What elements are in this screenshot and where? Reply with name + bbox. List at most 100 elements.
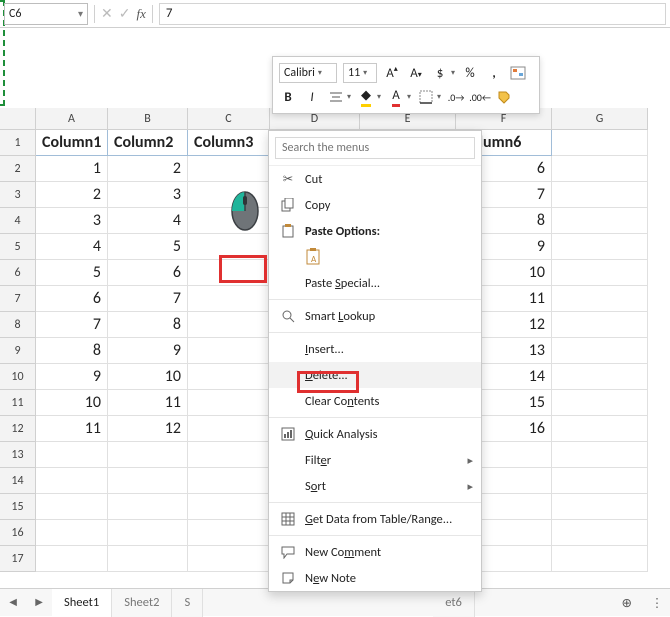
data-cell[interactable] (188, 468, 270, 494)
row-header[interactable]: 12 (0, 416, 36, 442)
data-cell[interactable] (36, 546, 108, 572)
data-cell[interactable] (552, 494, 648, 520)
header-cell[interactable] (552, 130, 648, 156)
data-cell[interactable] (108, 546, 188, 572)
data-cell[interactable] (188, 520, 270, 546)
fx-icon[interactable]: fx (136, 6, 145, 22)
data-cell[interactable] (552, 286, 648, 312)
add-sheet-button[interactable]: ⊕ (610, 595, 644, 611)
decrease-font-icon[interactable]: A▾ (407, 64, 425, 82)
menu-item-insert[interactable]: Insert... (269, 336, 481, 362)
percent-format-icon[interactable]: % (461, 64, 479, 82)
data-cell[interactable] (108, 494, 188, 520)
data-cell[interactable]: 1 (36, 156, 108, 182)
data-cell[interactable] (108, 442, 188, 468)
data-cell[interactable]: 3 (36, 208, 108, 234)
dropdown-icon[interactable]: ▾ (407, 92, 411, 102)
menu-item-smart-lookup[interactable]: Smart Lookup (269, 303, 481, 329)
confirm-icon[interactable]: ✓ (119, 5, 131, 22)
tab-sheet1[interactable]: Sheet1 (52, 589, 112, 617)
menu-item-filter[interactable]: Filter ▸ (269, 447, 481, 473)
italic-icon[interactable]: I (303, 88, 321, 106)
chevron-down-icon[interactable]: ▾ (318, 68, 322, 78)
formula-bar[interactable]: 7 (159, 3, 666, 25)
data-cell[interactable] (552, 416, 648, 442)
data-cell[interactable] (36, 468, 108, 494)
menu-item-clear-contents[interactable]: Clear Contents (269, 388, 481, 414)
data-cell[interactable] (188, 312, 270, 338)
data-cell[interactable]: 11 (108, 390, 188, 416)
row-header[interactable]: 16 (0, 520, 36, 546)
dropdown-icon[interactable]: ▾ (437, 92, 441, 102)
data-cell[interactable]: 2 (108, 156, 188, 182)
data-cell[interactable] (552, 208, 648, 234)
row-header[interactable]: 4 (0, 208, 36, 234)
menu-item-paste-special[interactable]: Paste Special... (269, 270, 481, 296)
header-cell[interactable]: Column2 (108, 130, 188, 156)
data-cell[interactable]: 12 (108, 416, 188, 442)
data-cell[interactable]: 7 (108, 286, 188, 312)
data-cell[interactable]: 3 (108, 182, 188, 208)
row-header[interactable]: 5 (0, 234, 36, 260)
font-color-icon[interactable]: A (387, 88, 405, 106)
col-header-G[interactable]: G (552, 108, 648, 130)
increase-font-icon[interactable]: A▴ (383, 64, 401, 82)
format-painter-icon[interactable] (495, 88, 513, 106)
menu-item-new-comment[interactable]: New Comment (269, 539, 481, 565)
menu-item-cut[interactable]: ✂ Cut (269, 166, 481, 192)
col-header-A[interactable]: A (36, 108, 108, 130)
data-cell[interactable] (36, 520, 108, 546)
font-name-select[interactable]: Calibri ▾ (279, 63, 337, 83)
data-cell[interactable] (552, 520, 648, 546)
data-cell[interactable] (552, 156, 648, 182)
data-cell[interactable] (188, 390, 270, 416)
data-cell[interactable] (188, 546, 270, 572)
data-cell[interactable] (552, 338, 648, 364)
row-header[interactable]: 13 (0, 442, 36, 468)
dropdown-icon[interactable]: ▾ (451, 68, 455, 78)
dropdown-icon[interactable]: ▾ (377, 92, 381, 102)
tab-nav-next[interactable]: ► (26, 589, 52, 617)
tab-more-icon[interactable]: ⋮ (644, 589, 670, 617)
data-cell[interactable]: 5 (108, 234, 188, 260)
data-cell[interactable] (552, 442, 648, 468)
data-cell[interactable] (188, 234, 270, 260)
data-cell[interactable] (552, 364, 648, 390)
data-cell[interactable] (188, 260, 270, 286)
row-header[interactable]: 10 (0, 364, 36, 390)
increase-decimal-icon[interactable]: .0→ (447, 88, 465, 106)
tab-sheet2[interactable]: Sheet2 (112, 589, 172, 617)
data-cell[interactable]: 9 (36, 364, 108, 390)
search-input[interactable] (275, 137, 475, 159)
dropdown-icon[interactable]: ▾ (347, 92, 351, 102)
data-cell[interactable] (552, 234, 648, 260)
name-box[interactable]: C6 ▾ (4, 3, 88, 25)
decrease-decimal-icon[interactable]: .00← (471, 88, 489, 106)
data-cell[interactable] (188, 286, 270, 312)
row-header[interactable]: 11 (0, 390, 36, 416)
data-cell[interactable] (36, 442, 108, 468)
row-header[interactable]: 1 (0, 130, 36, 156)
row-header[interactable]: 17 (0, 546, 36, 572)
conditional-format-icon[interactable] (509, 64, 527, 82)
align-center-icon[interactable] (327, 88, 345, 106)
data-cell[interactable] (552, 390, 648, 416)
row-header[interactable]: 7 (0, 286, 36, 312)
font-size-select[interactable]: 11 ▾ (343, 63, 377, 83)
row-header[interactable]: 6 (0, 260, 36, 286)
menu-item-quick-analysis[interactable]: Quick Analysis (269, 421, 481, 447)
data-cell[interactable]: 10 (36, 390, 108, 416)
fill-color-icon[interactable]: ◆ (357, 88, 375, 106)
row-header[interactable]: 14 (0, 468, 36, 494)
menu-item-new-note[interactable]: New Note (269, 565, 481, 591)
data-cell[interactable] (552, 468, 648, 494)
menu-item-delete[interactable]: Delete... (269, 362, 481, 388)
data-cell[interactable] (108, 520, 188, 546)
data-cell[interactable]: 4 (36, 234, 108, 260)
row-header[interactable]: 15 (0, 494, 36, 520)
data-cell[interactable]: 10 (108, 364, 188, 390)
row-header[interactable]: 9 (0, 338, 36, 364)
tab-sheet-et6[interactable]: et6 (433, 589, 475, 617)
row-header[interactable]: 3 (0, 182, 36, 208)
menu-item-sort[interactable]: Sort ▸ (269, 473, 481, 499)
